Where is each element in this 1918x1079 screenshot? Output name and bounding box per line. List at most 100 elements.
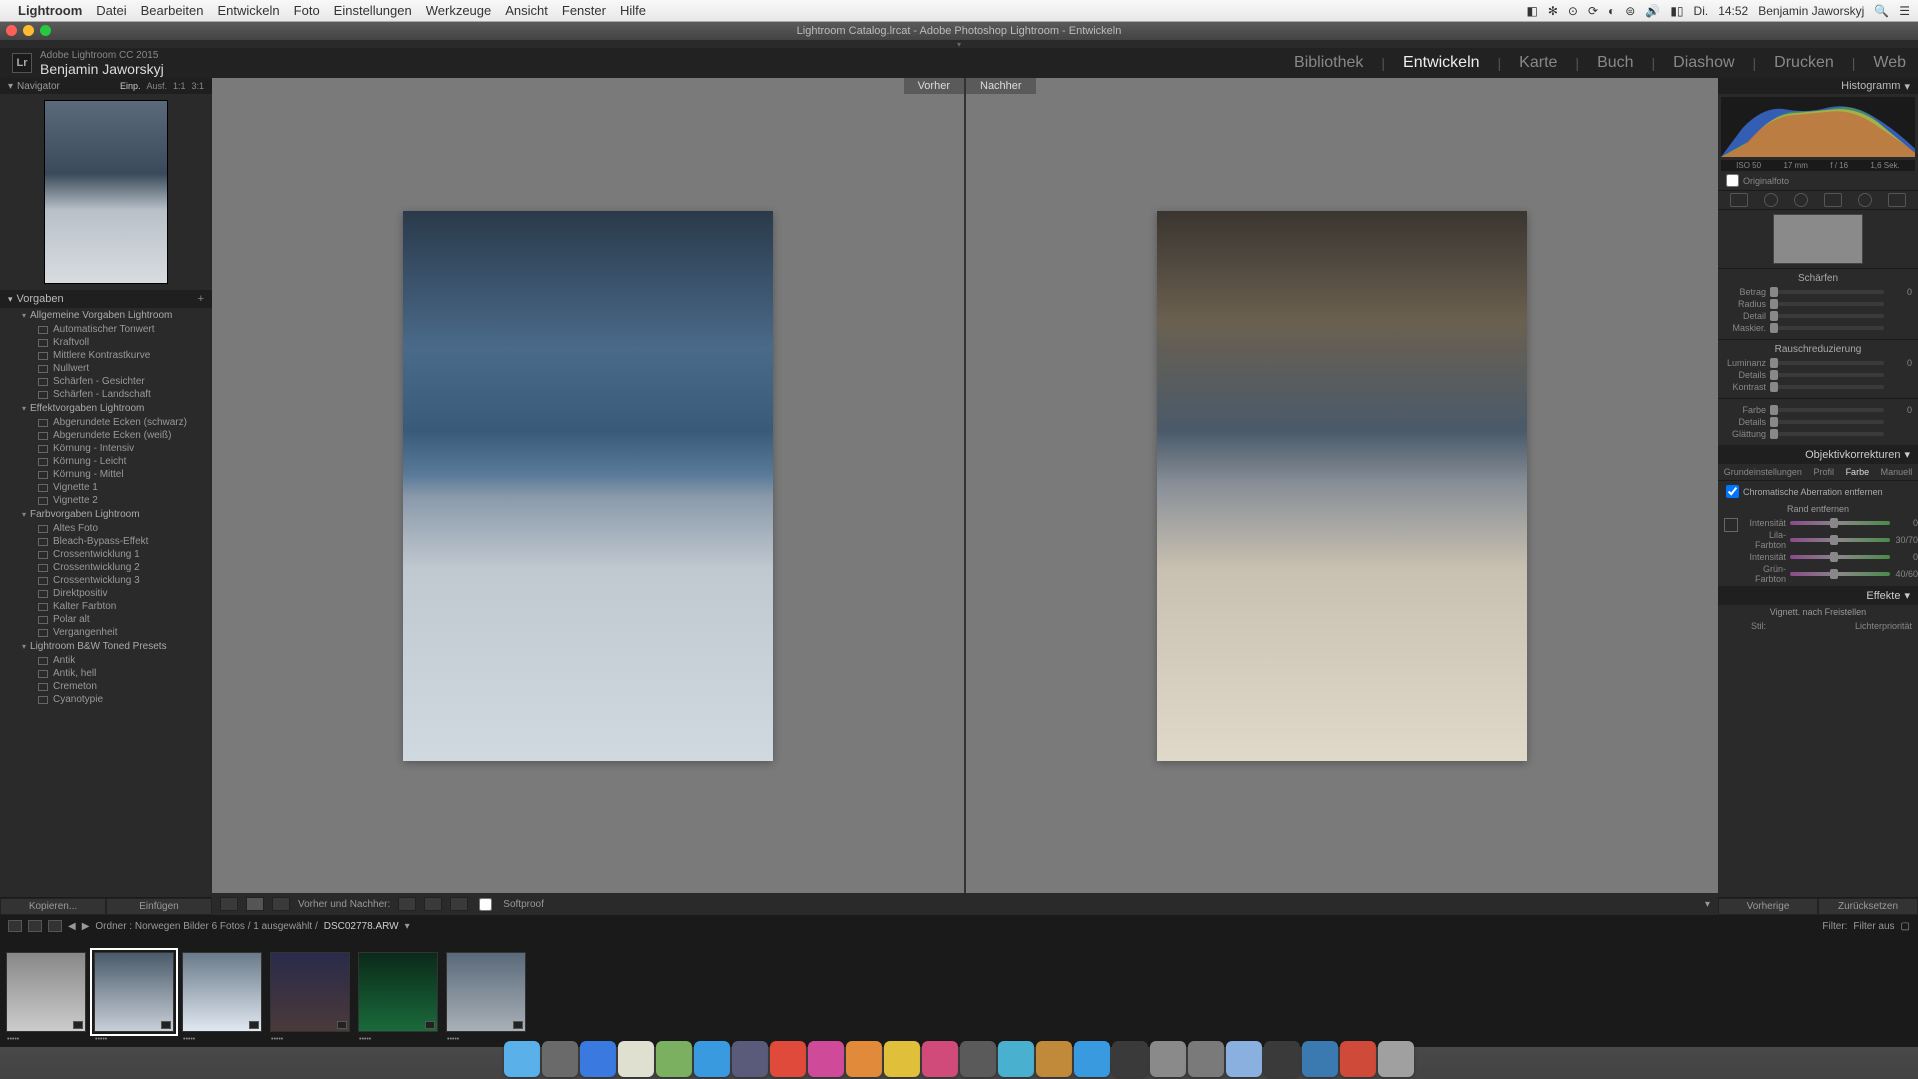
preset-item[interactable]: Nullwert [0, 362, 212, 375]
dock-app[interactable] [960, 1041, 996, 1077]
before-after-lr-button[interactable] [246, 897, 264, 911]
dock-app[interactable] [1074, 1041, 1110, 1077]
zoom-fit[interactable]: Einp. [120, 81, 141, 91]
slider[interactable] [1770, 302, 1884, 306]
preset-item[interactable]: Kraftvoll [0, 336, 212, 349]
menu-einstellungen[interactable]: Einstellungen [334, 3, 412, 18]
second-window-button[interactable] [8, 920, 22, 932]
zoom-custom[interactable]: 3:1 [191, 81, 204, 91]
menubar-icon[interactable]: ✻ [1548, 4, 1558, 18]
slider[interactable] [1770, 385, 1884, 389]
original-checkbox[interactable] [1726, 174, 1739, 187]
gradient-tool[interactable] [1824, 193, 1842, 207]
dock-app[interactable] [1340, 1041, 1376, 1077]
spot-tool[interactable] [1764, 193, 1778, 207]
dock-app[interactable] [1188, 1041, 1224, 1077]
preset-item[interactable]: Kalter Farbton [0, 600, 212, 613]
preset-item[interactable]: Schärfen - Gesichter [0, 375, 212, 388]
dock-app[interactable] [1302, 1041, 1338, 1077]
lens-tab-manual[interactable]: Manuell [1881, 467, 1913, 477]
slider[interactable] [1790, 555, 1890, 559]
menu-entwickeln[interactable]: Entwickeln [218, 3, 280, 18]
preset-item[interactable]: Altes Foto [0, 522, 212, 535]
slider[interactable] [1790, 521, 1890, 525]
dock-app[interactable] [1226, 1041, 1262, 1077]
module-bibliothek[interactable]: Bibliothek [1294, 54, 1363, 72]
preset-item[interactable]: Cremeton [0, 680, 212, 693]
detail-preview[interactable] [1773, 214, 1863, 264]
toolbar-more-icon[interactable]: ▾ [1705, 899, 1710, 910]
preset-group[interactable]: ▾Lightroom B&W Toned Presets [0, 639, 212, 654]
menubar-wifi-icon[interactable]: ⊜ [1625, 4, 1635, 18]
filmstrip[interactable]: ••••• ••••• ••••• ••••• ••••• ••••• [0, 937, 1918, 1047]
menu-fenster[interactable]: Fenster [562, 3, 606, 18]
nav-back-icon[interactable]: ◀ [68, 921, 76, 932]
presets-header[interactable]: ▾Vorgaben+ [0, 290, 212, 308]
path-label[interactable]: Ordner : Norwegen Bilder 6 Fotos / 1 aus… [95, 921, 317, 932]
slider[interactable] [1770, 420, 1884, 424]
top-panel-expander[interactable]: ▾ [0, 40, 1918, 48]
dock-app[interactable] [580, 1041, 616, 1077]
lens-tab-basic[interactable]: Grundeinstellungen [1724, 467, 1802, 477]
module-karte[interactable]: Karte [1519, 54, 1557, 72]
navigator-thumbnail[interactable] [44, 100, 168, 284]
menubar-notifications-icon[interactable]: ☰ [1899, 4, 1910, 18]
preset-item[interactable]: Schärfen - Landschaft [0, 388, 212, 401]
dock-app[interactable] [998, 1041, 1034, 1077]
menubar-icon[interactable]: ◐ [1608, 4, 1615, 18]
file-label[interactable]: DSC02778.ARW [324, 921, 399, 932]
preset-group[interactable]: ▾Effektvorgaben Lightroom [0, 401, 212, 416]
menubar-user[interactable]: Benjamin Jaworskyj [1758, 4, 1864, 18]
preset-item[interactable]: Mittlere Kontrastkurve [0, 349, 212, 362]
dock-app[interactable] [808, 1041, 844, 1077]
menu-foto[interactable]: Foto [294, 3, 320, 18]
dock-app[interactable] [694, 1041, 730, 1077]
crop-tool[interactable] [1730, 193, 1748, 207]
filter-value[interactable]: Filter aus [1853, 921, 1894, 932]
preset-item[interactable]: Abgerundete Ecken (weiß) [0, 429, 212, 442]
zoom-fill[interactable]: Ausf. [146, 81, 167, 91]
menubar-icon[interactable]: ◧ [1527, 4, 1538, 18]
module-entwickeln[interactable]: Entwickeln [1403, 54, 1479, 72]
menu-hilfe[interactable]: Hilfe [620, 3, 646, 18]
thumbnail[interactable]: ••••• [6, 952, 86, 1032]
reset-button[interactable]: Zurücksetzen [1818, 898, 1918, 915]
close-window-button[interactable] [6, 25, 17, 36]
module-drucken[interactable]: Drucken [1774, 54, 1834, 72]
ba-mode-1[interactable] [398, 897, 416, 911]
ba-mode-2[interactable] [424, 897, 442, 911]
file-dropdown-icon[interactable]: ▾ [405, 921, 410, 932]
histogram-header[interactable]: Histogramm▾ [1718, 78, 1918, 94]
menubar-time[interactable]: 14:52 [1718, 4, 1748, 18]
preset-item[interactable]: Körnung - Intensiv [0, 442, 212, 455]
navigator-header[interactable]: ▾Navigator Einp. Ausf. 1:1 3:1 [0, 78, 212, 94]
slider[interactable] [1790, 538, 1890, 542]
preset-item[interactable]: Cyanotypie [0, 693, 212, 706]
preset-item[interactable]: Vignette 2 [0, 494, 212, 507]
zoom-1to1[interactable]: 1:1 [173, 81, 186, 91]
thumbnail-selected[interactable]: ••••• [94, 952, 174, 1032]
preset-item[interactable]: Bleach-Bypass-Effekt [0, 535, 212, 548]
preset-group[interactable]: ▾Farbvorgaben Lightroom [0, 507, 212, 522]
preset-item[interactable]: Crossentwicklung 3 [0, 574, 212, 587]
dock-app[interactable] [504, 1041, 540, 1077]
loupe-view-button[interactable] [220, 897, 238, 911]
module-diashow[interactable]: Diashow [1673, 54, 1734, 72]
redeye-tool[interactable] [1794, 193, 1808, 207]
eyedropper-tool[interactable] [1724, 518, 1738, 532]
thumbnail[interactable]: ••••• [446, 952, 526, 1032]
dock-app[interactable] [884, 1041, 920, 1077]
menubar-app-name[interactable]: Lightroom [18, 3, 82, 18]
slider[interactable] [1770, 432, 1884, 436]
before-after-tb-button[interactable] [272, 897, 290, 911]
slider[interactable] [1770, 373, 1884, 377]
dock-app[interactable] [618, 1041, 654, 1077]
radial-tool[interactable] [1858, 193, 1872, 207]
filter-lock-icon[interactable]: ▢ [1901, 921, 1910, 932]
menu-ansicht[interactable]: Ansicht [505, 3, 548, 18]
menubar-icon[interactable]: ⊙ [1568, 4, 1578, 18]
module-web[interactable]: Web [1873, 54, 1906, 72]
slider[interactable] [1770, 326, 1884, 330]
preset-item[interactable]: Körnung - Mittel [0, 468, 212, 481]
minimize-window-button[interactable] [23, 25, 34, 36]
